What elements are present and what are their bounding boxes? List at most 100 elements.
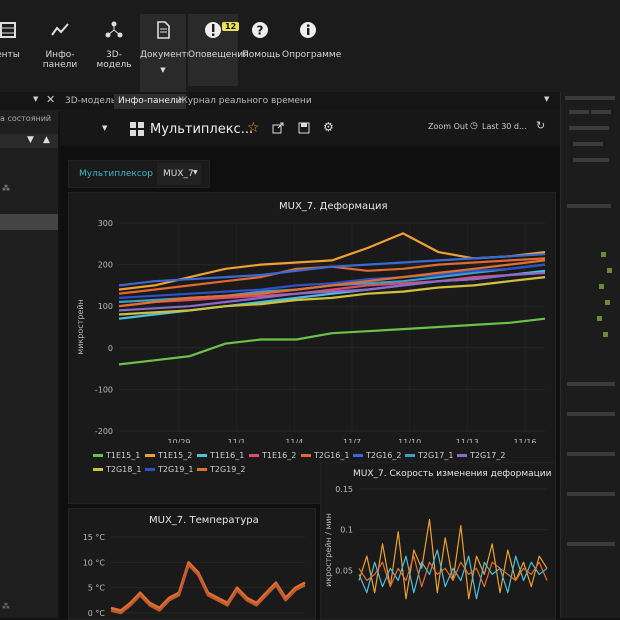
multiplexer-select[interactable]: MUX_7 ▼ xyxy=(157,163,201,185)
dashboard-header: ▼ Мультиплекс... ☆ ⚙ Zoom Out ◷ Last 30 … xyxy=(60,110,560,146)
alerts-count-badge: 12 xyxy=(222,22,240,31)
legend-item[interactable]: T1E16_2 xyxy=(249,451,296,460)
toolbar-button-0[interactable]: енты xyxy=(0,14,22,86)
multiplexer-label: Мультиплексор xyxy=(79,169,154,179)
right-side-panel xyxy=(560,92,620,618)
legend-swatch xyxy=(197,454,207,457)
legend-label: T2G19_1 xyxy=(158,465,194,474)
legend-label: T2G18_1 xyxy=(106,465,142,474)
y-tick-label: -200 xyxy=(95,427,113,436)
dashboard-title: Мультиплекс... xyxy=(150,122,254,137)
toolbar-button-label: Опрограмме xyxy=(282,50,342,60)
side-panel-row xyxy=(573,158,609,162)
toolbar-button-label: 3D-модель xyxy=(96,50,132,70)
toolbar-button-help[interactable]: ? Помощь xyxy=(242,14,281,86)
legend-label: T1E15_1 xyxy=(106,451,141,460)
y-tick-label: 0.05 xyxy=(335,566,353,575)
y-axis-label: микрострейн xyxy=(76,299,85,355)
legend-swatch xyxy=(301,454,311,457)
star-icon[interactable]: ☆ xyxy=(247,120,260,136)
toolbar-button-alerts[interactable]: 12 Оповещения xyxy=(188,14,248,86)
sort-up-icon[interactable]: ▲ xyxy=(43,135,50,145)
tab-realtime-log[interactable]: Журнал реального времени xyxy=(174,94,316,109)
legend-item[interactable]: T2G19_1 xyxy=(145,465,193,474)
y-tick-label: 15 °C xyxy=(83,533,106,542)
chevron-down-icon: ▼ xyxy=(160,66,166,74)
legend-item[interactable]: T2G18_1 xyxy=(93,465,141,474)
side-panel-node xyxy=(597,316,602,321)
deformation-chart[interactable]: -200 -100 0 100 200 300 10/29 11/1 11/4 11/7 11/10… xyxy=(69,213,555,443)
legend-label: T2G19_2 xyxy=(210,465,246,474)
legend-item[interactable]: T2G17_1 xyxy=(405,451,453,460)
share-icon[interactable] xyxy=(272,122,284,134)
x-tick-label: 11/7 xyxy=(343,438,361,443)
left-panel-title: а состояний xyxy=(0,114,52,123)
chevron-down-icon[interactable]: ▼ xyxy=(102,124,107,132)
y-tick-label: 10 °C xyxy=(83,558,106,567)
toolbar-button-3d-model[interactable]: 3D-модель xyxy=(92,14,136,86)
x-tick-label: 11/1 xyxy=(228,438,246,443)
zoom-out-button[interactable]: Zoom Out xyxy=(428,122,468,131)
tree-node-icon: ⁂ xyxy=(2,602,10,611)
toolbar-button-documents[interactable]: Документы ▼ xyxy=(140,14,194,92)
left-panel: а состояний ▼ ▲ ⁂ ⁂ xyxy=(0,110,58,618)
x-tick-label: 10/29 xyxy=(167,438,190,443)
gear-icon[interactable]: ⚙ xyxy=(323,120,334,134)
toolbar-button-label: Помощь xyxy=(242,50,281,60)
tab-3d-model[interactable]: 3D-модель xyxy=(61,94,120,109)
side-panel-row xyxy=(567,452,615,456)
toolbar-button-label: Документы xyxy=(140,50,194,60)
legend-item[interactable]: T2G19_2 xyxy=(197,465,245,474)
y-tick-label: 0 xyxy=(108,344,113,353)
toolbar-button-label: енты xyxy=(0,50,20,60)
close-icon[interactable]: ✕ xyxy=(46,93,55,106)
legend-label: T1E16_2 xyxy=(262,451,297,460)
side-panel-row xyxy=(567,412,615,416)
legend-label: T2G16_2 xyxy=(366,451,402,460)
main-toolbar: енты Инфо-панели 3D-модель Документы ▼ 1… xyxy=(0,0,620,93)
time-range-button[interactable]: Last 30 d... xyxy=(482,122,527,131)
legend-swatch xyxy=(145,454,155,457)
legend-label: T2G17_2 xyxy=(470,451,506,460)
series-line-t1e15_1 xyxy=(118,317,546,366)
legend-item[interactable]: T1E16_1 xyxy=(197,451,244,460)
chevron-down-icon[interactable]: ▼ xyxy=(544,95,549,103)
sort-down-icon[interactable]: ▼ xyxy=(27,135,34,145)
multiplexer-value: MUX_7 xyxy=(163,169,194,179)
svg-text:?: ? xyxy=(257,24,264,38)
save-icon[interactable] xyxy=(298,122,310,134)
rate-chart-panel: MUX_7. Скорость изменения деформации 0.1… xyxy=(320,462,556,620)
legend-label: T1E15_2 xyxy=(158,451,193,460)
temperature-chart[interactable]: 0 °C 5 °C 10 °C 15 °C xyxy=(69,527,315,619)
legend-item[interactable]: T2G16_1 xyxy=(301,451,349,460)
temperature-chart-title: MUX_7. Температура xyxy=(149,515,259,526)
rate-chart[interactable]: 0.15 0.1 0.05икрострейн / мин xyxy=(321,481,555,619)
line-chart-icon xyxy=(51,23,69,36)
toolbar-button-dashboards[interactable]: Инфо-панели xyxy=(32,14,88,86)
clock-icon: ◷ xyxy=(470,121,478,131)
legend-item[interactable]: T2G16_2 xyxy=(353,451,401,460)
temperature-chart-panel: MUX_7. Температура 0 °C 5 °C 10 °C 15 °C xyxy=(68,508,316,620)
toolbar-button-label: Инфо-панели xyxy=(42,50,78,70)
y-tick-label: 0.15 xyxy=(335,485,353,494)
legend-item[interactable]: T1E15_2 xyxy=(145,451,192,460)
chevron-down-icon: ▼ xyxy=(193,169,198,176)
x-tick-label: 11/10 xyxy=(398,438,421,443)
x-tick-label: 11/13 xyxy=(456,438,479,443)
side-panel-node xyxy=(603,332,608,337)
y-axis-label: икрострейн / мин xyxy=(324,513,333,587)
side-panel-row xyxy=(567,204,611,208)
side-panel-row xyxy=(573,142,603,146)
refresh-icon[interactable]: ↻ xyxy=(536,119,545,132)
legend-label: T2G17_1 xyxy=(418,451,454,460)
left-panel-selected-row[interactable] xyxy=(0,214,58,230)
side-panel-node xyxy=(601,252,606,257)
legend-item[interactable]: T2G17_2 xyxy=(457,451,505,460)
side-panel-row xyxy=(567,492,615,496)
x-tick-label: 11/16 xyxy=(513,438,536,443)
chevron-down-icon[interactable]: ▼ xyxy=(33,95,38,103)
legend-item[interactable]: T1E15_1 xyxy=(93,451,140,460)
side-panel-row xyxy=(565,96,615,100)
y-tick-label: 100 xyxy=(98,302,113,311)
toolbar-button-about[interactable]: Опрограмме xyxy=(282,14,341,86)
